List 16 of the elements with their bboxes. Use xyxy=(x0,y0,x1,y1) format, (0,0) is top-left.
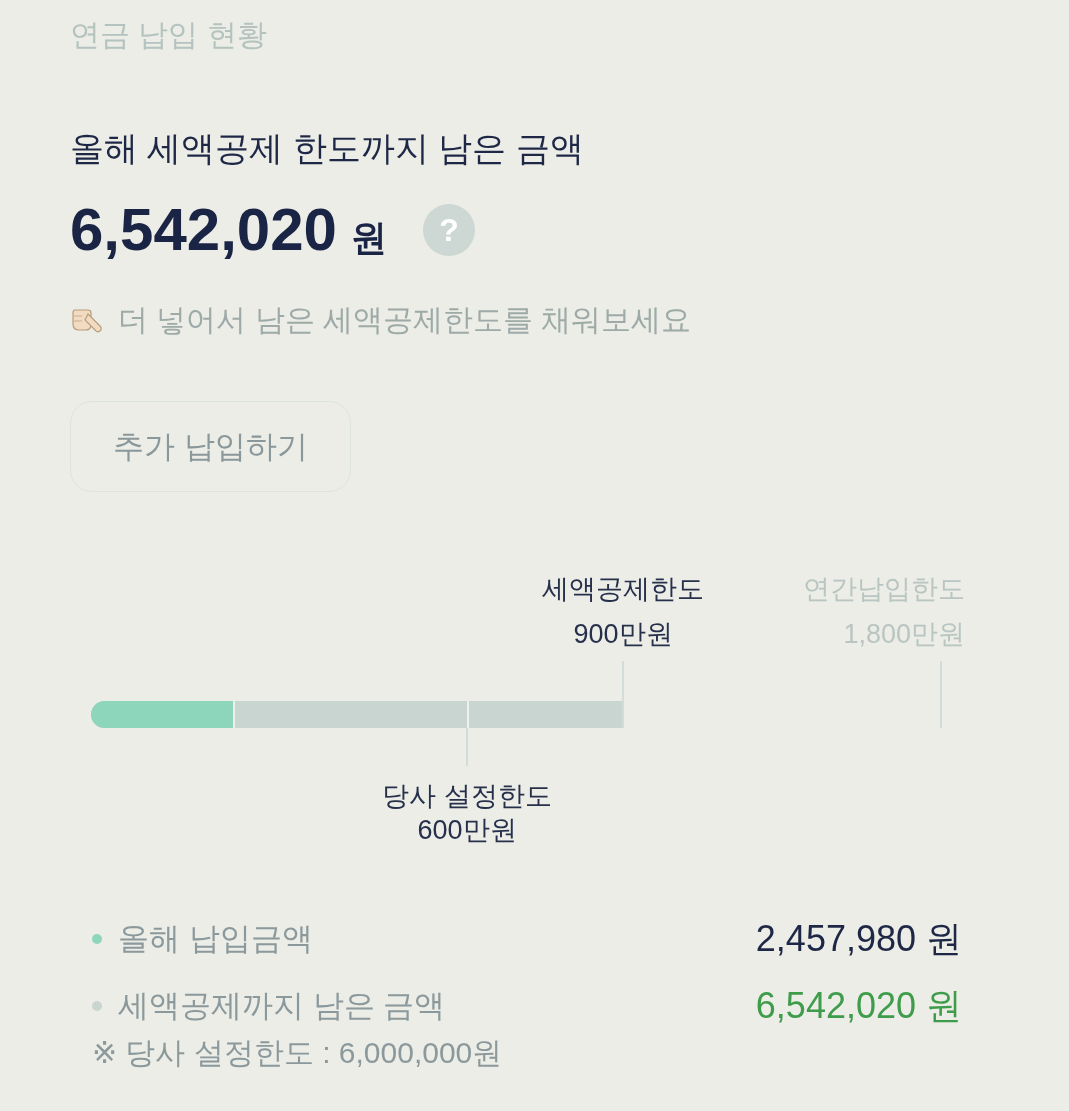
legend-amount: 6,542,020 원 xyxy=(755,984,962,1028)
legend-label: 올해 납입금액 xyxy=(118,920,313,958)
add-payment-button[interactable]: 추가 납입하기 xyxy=(70,401,351,492)
remaining-amount: 6,542,020 xyxy=(70,198,337,262)
limit-label: 세액공제한도 xyxy=(542,573,704,606)
legend-amount: 2,457,980 원 xyxy=(755,917,962,961)
hint-text: 더 넣어서 남은 세액공제한도를 채워보세요 xyxy=(118,302,692,338)
section-title: 연금 납입 현황 xyxy=(70,17,268,53)
limit-note: ※ 당사 설정한도 : 6,000,000원 xyxy=(92,1035,504,1071)
legend-label: 세액공제까지 남은 금액 xyxy=(118,987,446,1025)
limit-amount: 600만원 xyxy=(417,814,517,847)
summary-heading: 올해 세액공제 한도까지 남은 금액 xyxy=(70,128,585,168)
help-button[interactable]: ? xyxy=(422,204,475,256)
currency-unit: 원 xyxy=(350,216,387,260)
limit-label: 당사 설정한도 xyxy=(382,780,552,813)
limit-amount: 900만원 xyxy=(573,618,673,651)
